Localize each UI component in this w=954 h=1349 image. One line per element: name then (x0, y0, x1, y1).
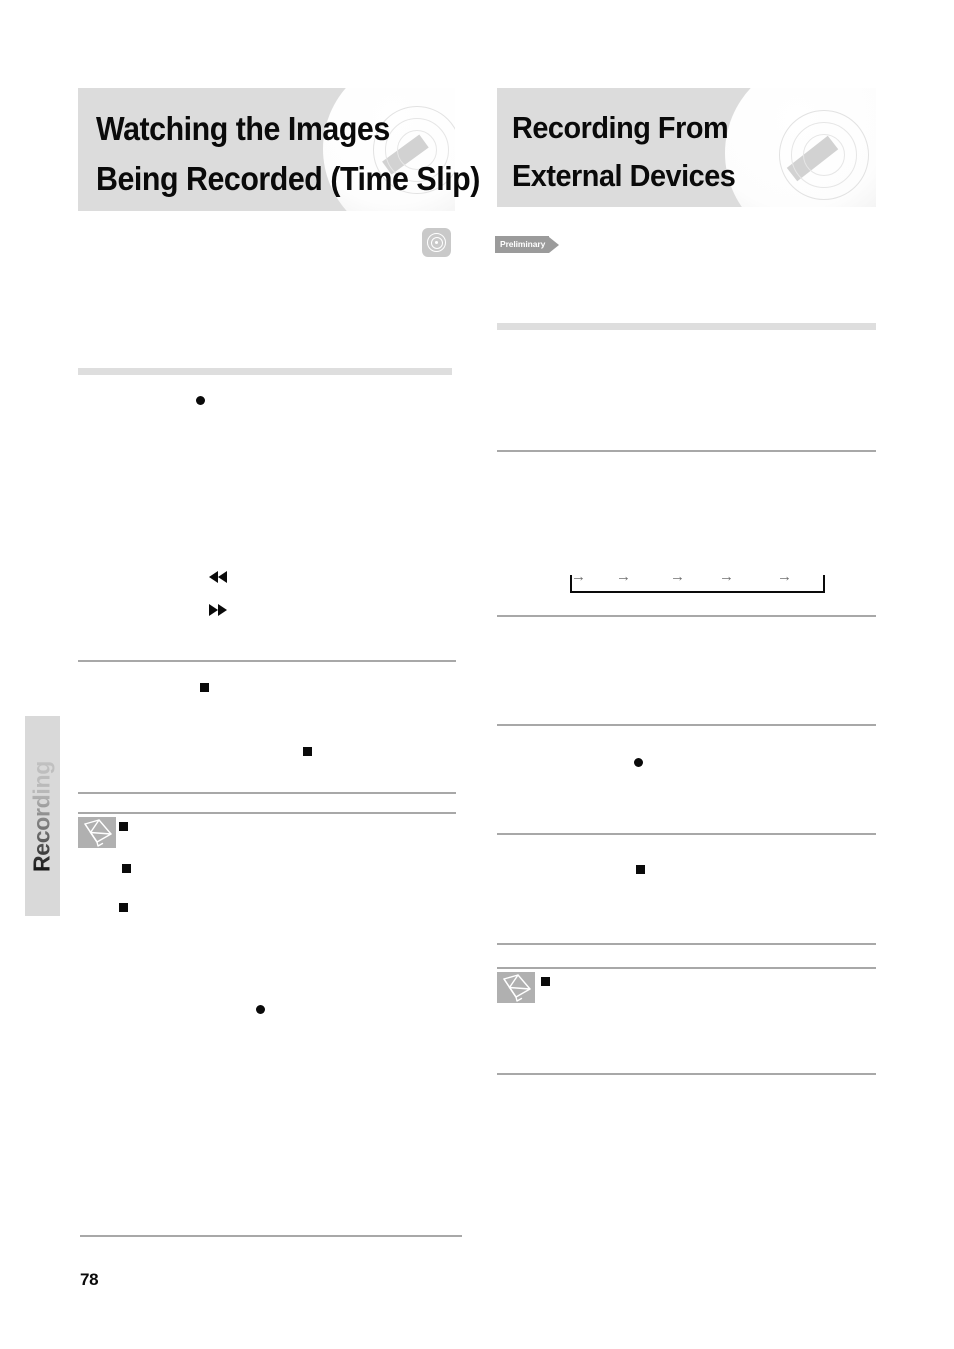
signal-flow-diagram: → → → → → (570, 569, 825, 595)
status-badge-body: Preliminary (495, 236, 550, 253)
section-divider-thick (497, 323, 876, 330)
section-divider (78, 792, 456, 794)
bullet-square (119, 903, 128, 912)
flow-arrow-icon: → (616, 568, 631, 585)
bullet-square (119, 822, 128, 831)
footer-divider (80, 1235, 462, 1237)
bullet-point (634, 758, 643, 767)
page-title-left-line2: Being Recorded (Time Slip) (96, 160, 480, 197)
pencil-note-icon (497, 972, 535, 1003)
rewind-icon (209, 571, 227, 583)
page-title-left: Watching the Images Being Recorded (Time… (96, 104, 480, 204)
bullet-point (256, 1005, 265, 1014)
status-badge-preliminary: Preliminary (495, 236, 560, 253)
disc-inner-ring-inner (803, 134, 845, 176)
pencil-note-icon (78, 817, 116, 848)
page-title-left-line1: Watching the Images (96, 110, 390, 147)
section-divider (497, 1073, 876, 1075)
side-tab-label: Recording (26, 717, 59, 917)
page-number: 78 (80, 1270, 99, 1289)
section-divider (497, 450, 876, 452)
section-divider-thick (78, 368, 452, 375)
flow-arrow-icon: → (777, 568, 792, 585)
note-divider (497, 967, 876, 969)
note-divider (78, 812, 456, 814)
side-tab-recording: Recording (25, 716, 60, 916)
page-title-right-line1: Recording From (512, 110, 729, 145)
flow-arrow-icon: → (719, 568, 734, 585)
section-divider (497, 615, 876, 617)
section-divider (78, 660, 456, 662)
flow-arrow-icon: → (571, 568, 586, 585)
section-divider (497, 833, 876, 835)
bullet-square (200, 683, 209, 692)
disc-icon (422, 228, 451, 257)
bullet-square (122, 864, 131, 873)
bullet-square (303, 747, 312, 756)
disc-icon-hub (435, 241, 438, 244)
status-badge-label: Preliminary (500, 239, 546, 249)
bullet-point (196, 396, 205, 405)
manual-page: Recording Watching the Images Being Reco… (0, 0, 954, 1349)
page-title-right-line2: External Devices (512, 158, 736, 193)
status-badge-arrow (549, 236, 560, 253)
page-title-right: Recording From External Devices (512, 104, 736, 200)
bullet-square (636, 865, 645, 874)
fast-forward-icon (209, 604, 227, 616)
section-divider (497, 943, 876, 945)
section-divider (497, 724, 876, 726)
bullet-square (541, 977, 550, 986)
